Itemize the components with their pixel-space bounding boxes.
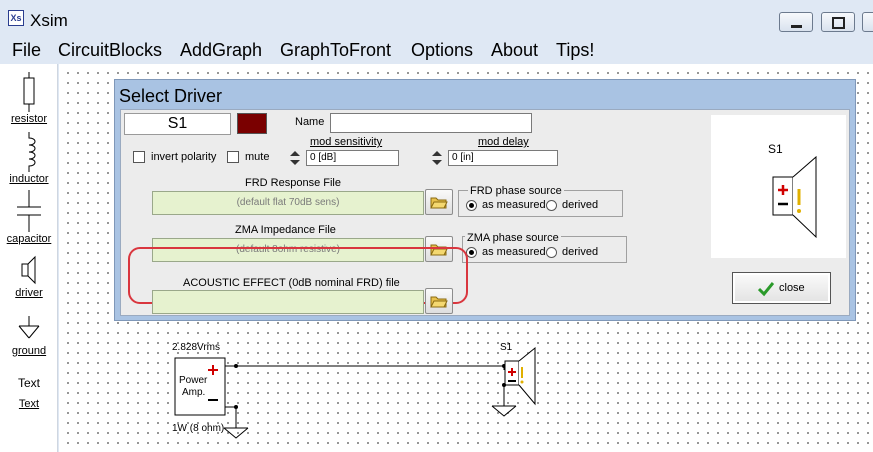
ground-icon <box>18 316 40 339</box>
frd-file-field[interactable]: (default flat 70dB sens) <box>152 191 424 215</box>
menu-about[interactable]: About <box>491 40 538 61</box>
frd-phase-label: FRD phase source <box>468 185 564 197</box>
name-input[interactable] <box>330 113 532 133</box>
inductor-icon <box>28 132 36 172</box>
tool-resistor[interactable]: resistor <box>0 72 58 125</box>
tool-inductor[interactable]: inductor <box>0 132 58 185</box>
menu-file[interactable]: File <box>12 40 41 61</box>
menu-circuitblocks[interactable]: CircuitBlocks <box>58 40 162 61</box>
driver-symbol-icon <box>772 155 817 239</box>
zma-file-label: ZMA Impedance File <box>235 224 336 236</box>
zma-phase-label: ZMA phase source <box>465 232 561 244</box>
tool-text[interactable]: Text Text <box>0 376 58 410</box>
driver-color-swatch[interactable] <box>237 113 267 134</box>
close-window-button[interactable] <box>862 12 873 32</box>
acoustic-effect-field[interactable] <box>152 290 424 314</box>
menu-tips[interactable]: Tips! <box>556 40 594 61</box>
mod-sensitivity-label: mod sensitivity <box>310 136 383 148</box>
source-name-line2: Amp. <box>182 387 206 398</box>
mod-sensitivity-spinner[interactable] <box>287 150 303 166</box>
frd-phase-measured-radio[interactable] <box>466 200 477 211</box>
driver-icon <box>21 255 36 285</box>
source-name-line1: Power <box>179 375 208 386</box>
name-label: Name <box>295 116 325 128</box>
acoustic-browse-button[interactable] <box>425 288 453 314</box>
invert-polarity-checkbox[interactable] <box>133 151 145 163</box>
tool-label-inductor: inductor <box>9 173 49 185</box>
minimize-icon <box>791 25 802 28</box>
source-voltage-label: 2.828Vrms <box>172 342 220 353</box>
zma-phase-derived-label: derived <box>562 246 599 258</box>
tool-capacitor[interactable]: capacitor <box>0 190 58 245</box>
resistor-icon <box>23 72 35 112</box>
menu-graphtofront[interactable]: GraphToFront <box>280 40 391 61</box>
mute-checkbox[interactable] <box>227 151 239 163</box>
mod-delay-spinner[interactable] <box>429 150 445 166</box>
circuit-driver-label: S1 <box>500 342 513 353</box>
app-title: Xsim <box>30 11 68 30</box>
folder-icon <box>430 296 448 308</box>
circuit-wiring <box>174 346 536 439</box>
tool-label-driver: driver <box>15 287 43 299</box>
frd-phase-measured-label: as measured <box>482 199 546 211</box>
mod-sensitivity-input[interactable]: 0 [dB] <box>306 150 399 166</box>
frd-phase-group: FRD phase source as measured derived <box>458 185 623 217</box>
tool-label-capacitor: capacitor <box>6 233 52 245</box>
maximize-button[interactable] <box>821 12 855 32</box>
zma-phase-measured-label: as measured <box>482 246 546 258</box>
tool-label-text: Text <box>18 398 40 410</box>
zma-phase-derived-radio[interactable] <box>546 247 557 258</box>
text-icon: Text <box>17 376 40 390</box>
source-rating-label: 1W (8 ohm) <box>172 423 225 434</box>
title-bar: Xs Xsim <box>0 0 873 38</box>
menu-options[interactable]: Options <box>411 40 473 61</box>
dialog-title: Select Driver <box>119 86 223 106</box>
frd-browse-button[interactable] <box>425 189 453 215</box>
mod-delay-input[interactable]: 0 [in] <box>448 150 558 166</box>
invert-polarity-label: invert polarity <box>151 151 217 163</box>
close-button[interactable]: close <box>732 272 831 304</box>
mod-delay-label: mod delay <box>478 136 529 148</box>
tool-ground[interactable]: ground <box>0 316 58 357</box>
menu-bar: File CircuitBlocks AddGraph GraphToFront… <box>0 38 873 64</box>
mute-label: mute <box>245 151 270 163</box>
frd-file-label: FRD Response File <box>245 177 341 189</box>
driver-id-display: S1 <box>124 113 231 135</box>
app-icon: Xs <box>8 10 24 26</box>
select-driver-dialog: Select Driver S1 Name invert polarity mu… <box>114 79 856 321</box>
minimize-button[interactable] <box>779 12 813 32</box>
tool-label-resistor: resistor <box>10 113 48 125</box>
capacitor-icon <box>17 190 41 232</box>
maximize-icon <box>832 17 845 29</box>
folder-icon <box>430 197 448 209</box>
frd-phase-derived-label: derived <box>562 199 599 211</box>
dialog-body: S1 Name invert polarity mute mod sensiti… <box>120 109 850 316</box>
tool-driver[interactable]: driver <box>0 254 58 299</box>
xsim-window: Xs Xsim File CircuitBlocks AddGraph Grap… <box>0 0 873 452</box>
menu-addgraph[interactable]: AddGraph <box>180 40 262 61</box>
acoustic-effect-label: ACOUSTIC EFFECT (0dB nominal FRD) file <box>183 277 400 289</box>
driver-preview: S1 <box>711 115 846 258</box>
tool-label-ground: ground <box>11 345 47 357</box>
component-toolbox: resistor inductor capacitor driver groun… <box>0 64 58 452</box>
frd-phase-derived-radio[interactable] <box>546 200 557 211</box>
zma-phase-group: ZMA phase source as measured derived <box>462 232 627 263</box>
checkmark-icon <box>758 282 774 297</box>
preview-driver-label: S1 <box>768 142 783 156</box>
close-button-label: close <box>779 282 805 294</box>
